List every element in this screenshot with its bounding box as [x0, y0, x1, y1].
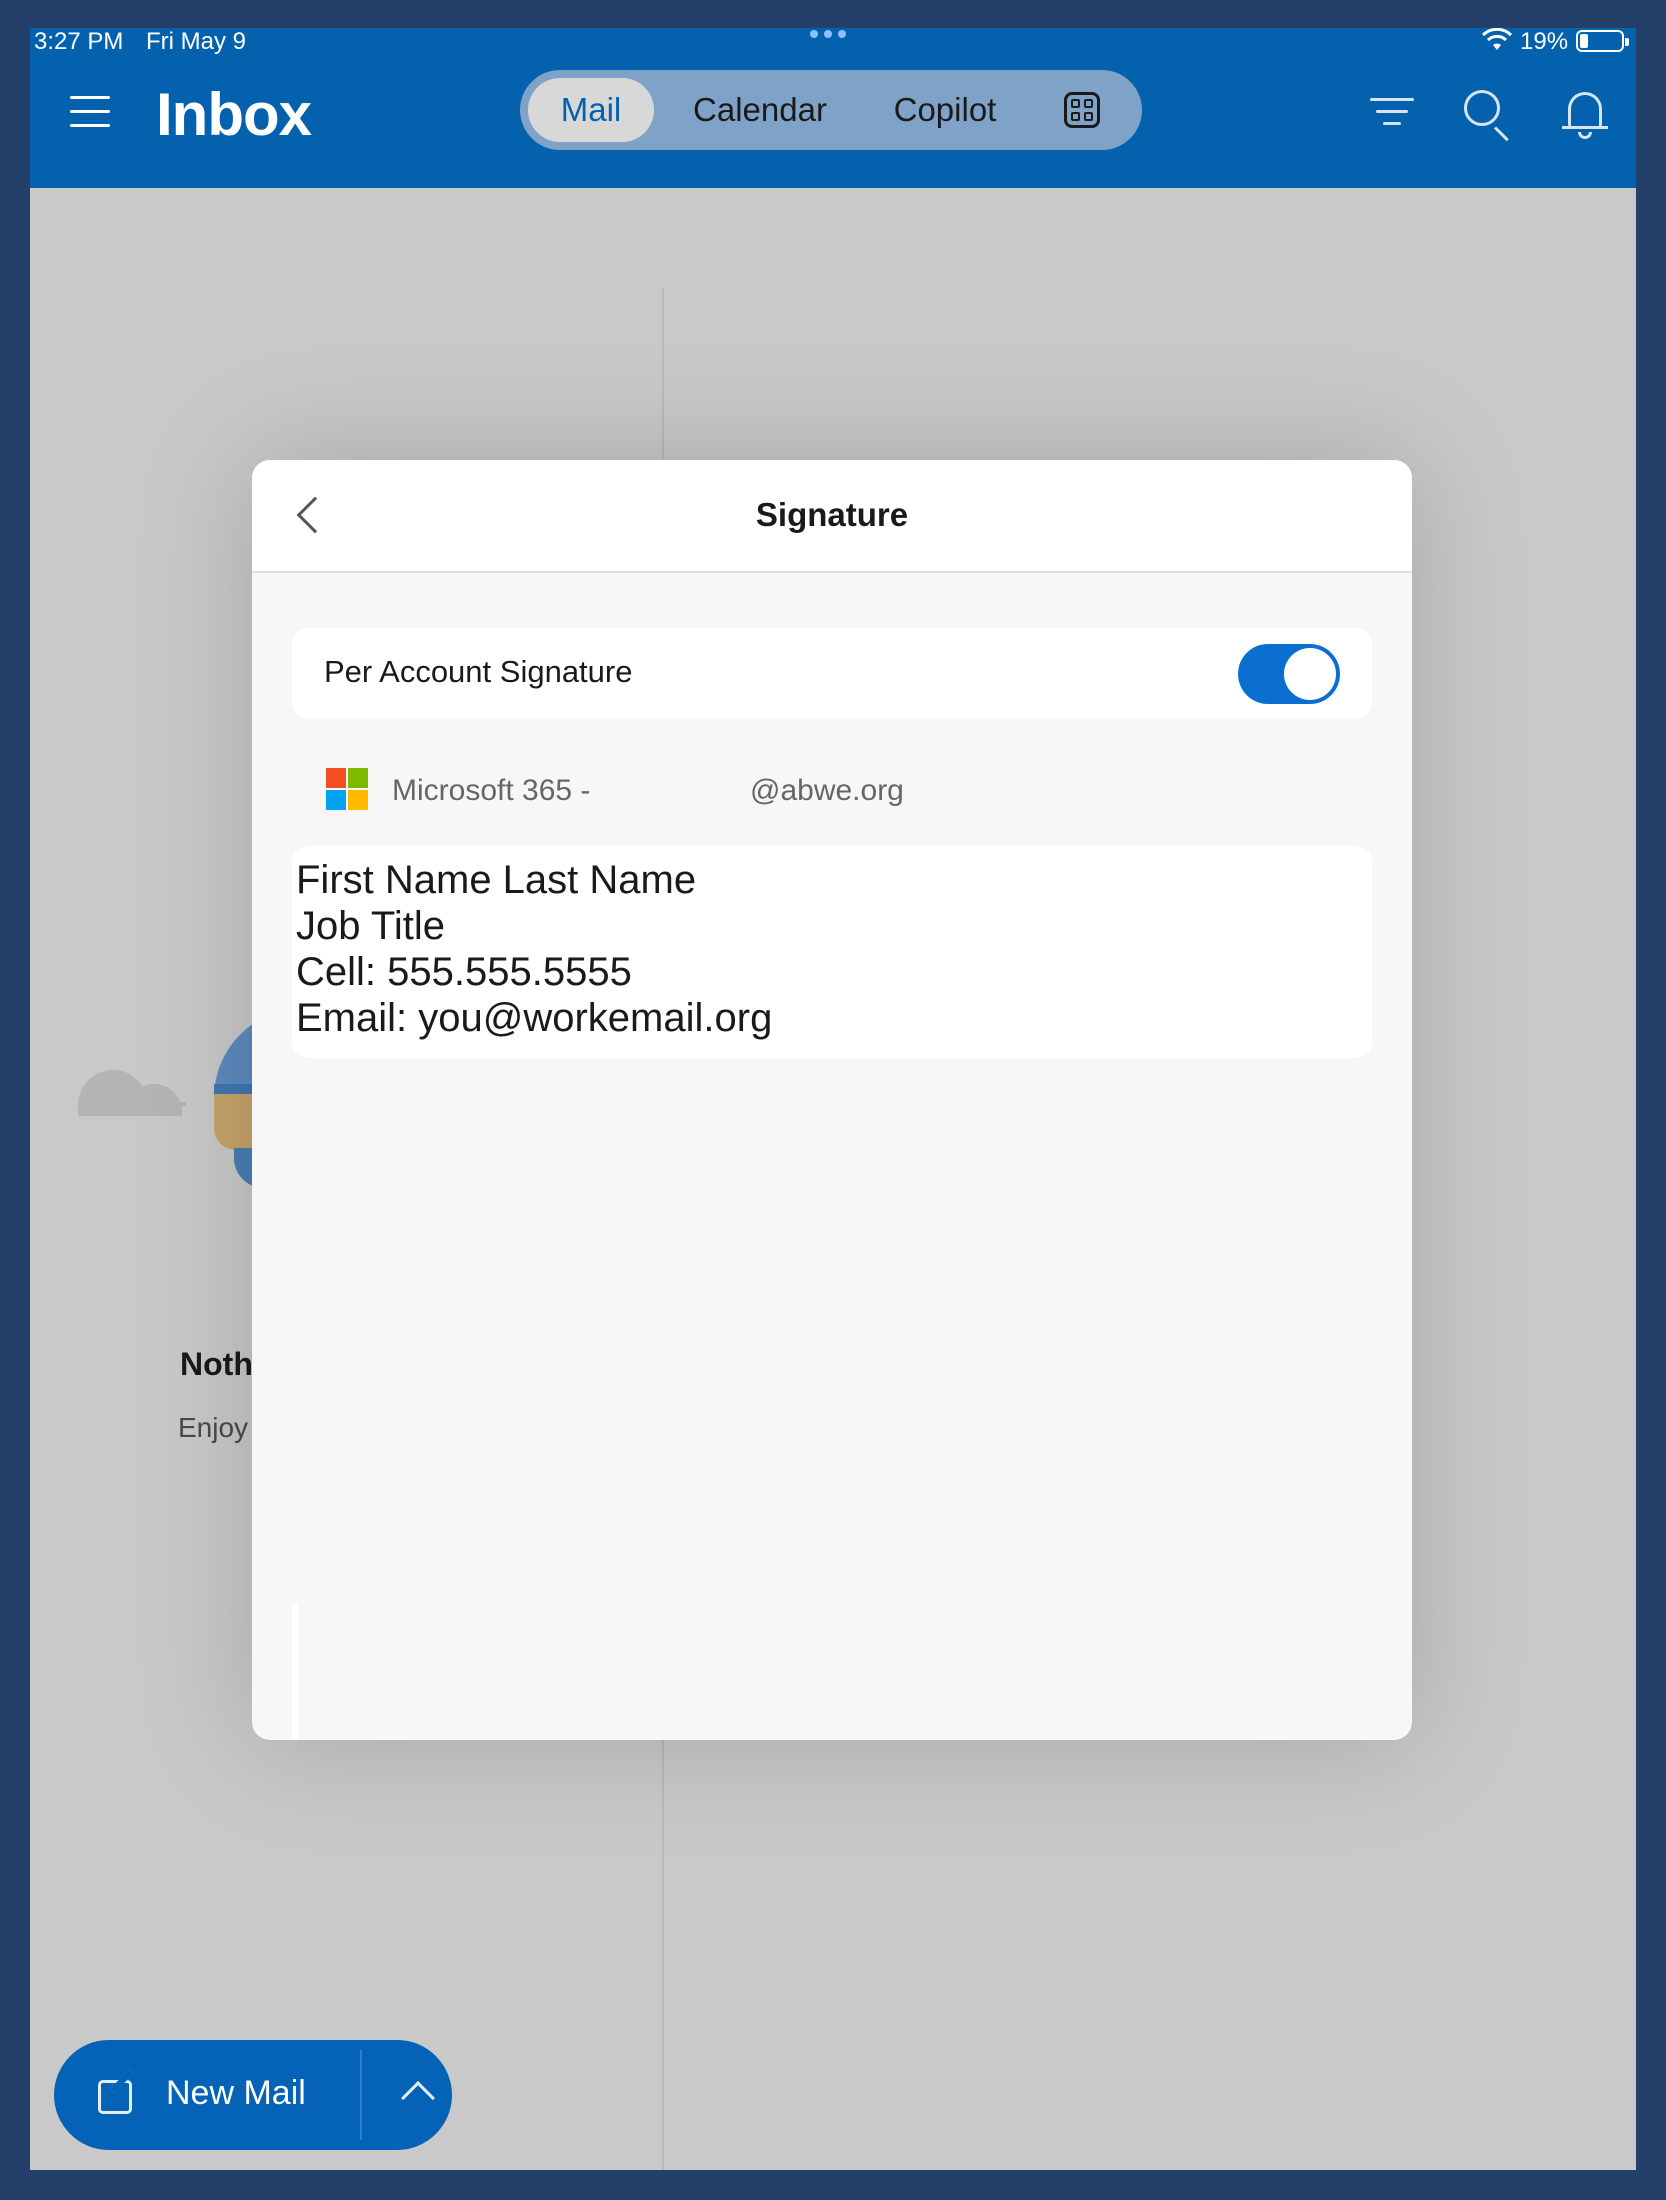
empty-state-subtitle: Enjoy	[178, 1412, 249, 1443]
signature-line-title: Job Title	[296, 904, 445, 948]
per-account-signature-toggle[interactable]	[1238, 644, 1340, 704]
empty-state-title: Noth	[180, 1346, 253, 1382]
compose-icon	[98, 2069, 138, 2114]
tab-mail[interactable]: Mail	[528, 78, 654, 142]
tab-calendar[interactable]: Calendar	[680, 78, 840, 142]
battery-percent: 19%	[1520, 28, 1569, 55]
microsoft-logo-icon	[326, 768, 368, 810]
new-mail-button[interactable]: New Mail	[54, 2040, 452, 2150]
chevron-up-icon[interactable]	[401, 2081, 435, 2115]
signature-line-cell: Cell: 555.555.5555	[296, 950, 632, 994]
menu-icon[interactable]	[70, 96, 110, 130]
account-domain: @abwe.org	[750, 774, 904, 807]
signature-editor-edge	[292, 1604, 298, 1740]
apps-button[interactable]	[1050, 78, 1114, 142]
battery-icon	[1576, 30, 1629, 52]
account-name: Microsoft 365 -	[392, 774, 591, 807]
toggle-knob	[1284, 648, 1336, 700]
app-header: 3:27 PM Fri May 9 19% Inbox Mail Calenda…	[30, 28, 1636, 188]
status-date: Fri May 9	[146, 28, 247, 55]
wifi-icon	[1482, 28, 1512, 50]
page-title: Inbox	[156, 81, 312, 148]
ipad-screen: 3:27 PM Fri May 9 19% Inbox Mail Calenda…	[30, 28, 1636, 2170]
status-bar: 3:27 PM Fri May 9 19%	[30, 28, 1636, 66]
status-time: 3:27 PM	[34, 28, 124, 55]
account-header: Microsoft 365 - @abwe.org	[326, 768, 1226, 812]
bell-icon[interactable]	[1560, 88, 1610, 139]
per-account-signature-label: Per Account Signature	[324, 654, 633, 689]
app-switcher: Mail Calendar Copilot	[520, 70, 1142, 150]
filter-icon[interactable]	[1366, 88, 1416, 138]
signature-dialog: Signature Per Account Signature Microsof…	[252, 460, 1412, 1740]
signature-editor[interactable]: First Name Last Name Job Title Cell: 555…	[292, 846, 1372, 1058]
apps-grid-icon	[1064, 92, 1100, 128]
signature-line-email: Email: you@workemail.org	[296, 996, 773, 1040]
dialog-title: Signature	[755, 496, 909, 533]
fab-divider	[360, 2050, 362, 2140]
signature-line-name: First Name Last Name	[296, 858, 697, 902]
new-mail-label: New Mail	[166, 2074, 306, 2112]
multitasking-dots-icon[interactable]	[810, 30, 846, 38]
per-account-signature-row: Per Account Signature	[292, 628, 1372, 718]
search-icon[interactable]	[1462, 88, 1512, 142]
dialog-header: Signature	[252, 460, 1412, 573]
cloud-illustration	[78, 1056, 188, 1116]
tab-copilot[interactable]: Copilot	[870, 78, 1020, 142]
